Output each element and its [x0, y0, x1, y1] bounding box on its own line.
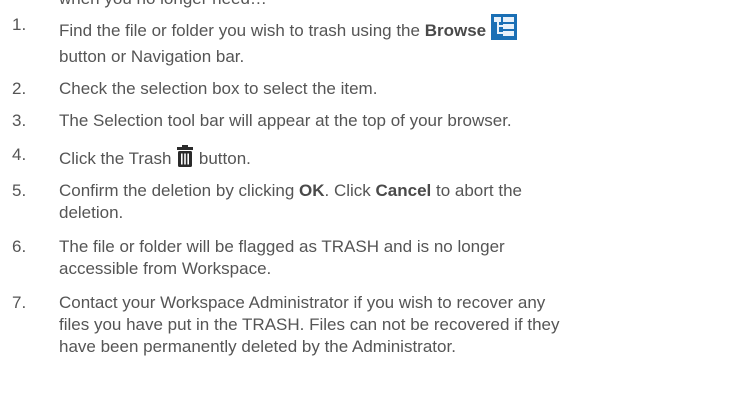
step-text-part: button.	[194, 149, 251, 168]
step-text-part: . Click	[324, 181, 376, 200]
step-number: 5.	[12, 181, 27, 200]
trash-icon	[176, 144, 195, 174]
step-number: 6.	[12, 237, 27, 256]
step-text: The Selection tool bar will appear at th…	[59, 111, 512, 130]
step-number: 1.	[12, 15, 27, 34]
browse-tree-icon	[490, 14, 517, 46]
step-text: The file or folder will be flagged as TR…	[59, 236, 739, 280]
step-text-part: Contact your Workspace Administrator if …	[59, 293, 546, 312]
step-text-part: deletion.	[59, 203, 124, 222]
step-text: Find the file or folder you wish to tras…	[59, 14, 739, 68]
step-number: 7.	[12, 293, 27, 312]
step-text: Click the Trash button.	[59, 144, 739, 174]
step-text-part: have been permanently deleted by the Adm…	[59, 337, 456, 356]
step-text: Confirm the deletion by clicking OK. Cli…	[59, 180, 739, 224]
ok-label: OK	[299, 181, 325, 200]
step-text-part: Confirm the deletion by clicking	[59, 181, 300, 200]
step-text-part: Find the file or folder you wish to tras…	[59, 21, 425, 40]
intro-text-clipped: when you no longer need…	[59, 0, 267, 10]
step-text: Check the selection box to select the it…	[59, 79, 378, 98]
step-number: 2.	[12, 79, 27, 98]
step-number: 3.	[12, 111, 27, 130]
step-text-part: to abort the	[431, 181, 522, 200]
step-text-part: Click the Trash	[59, 149, 177, 168]
help-page: 1. Find the file or folder you wish to t…	[0, 0, 745, 413]
cancel-label: Cancel	[375, 181, 432, 200]
step-text-part: accessible from Workspace.	[59, 259, 272, 278]
step-text: Contact your Workspace Administrator if …	[59, 292, 739, 358]
step-text-part: button or Navigation bar.	[59, 47, 245, 66]
step-number: 4.	[12, 145, 27, 164]
step-text-part: files you have put in the TRASH. Files c…	[59, 315, 560, 334]
browse-label: Browse	[424, 21, 487, 40]
step-text-part: The file or folder will be flagged as TR…	[59, 237, 505, 256]
